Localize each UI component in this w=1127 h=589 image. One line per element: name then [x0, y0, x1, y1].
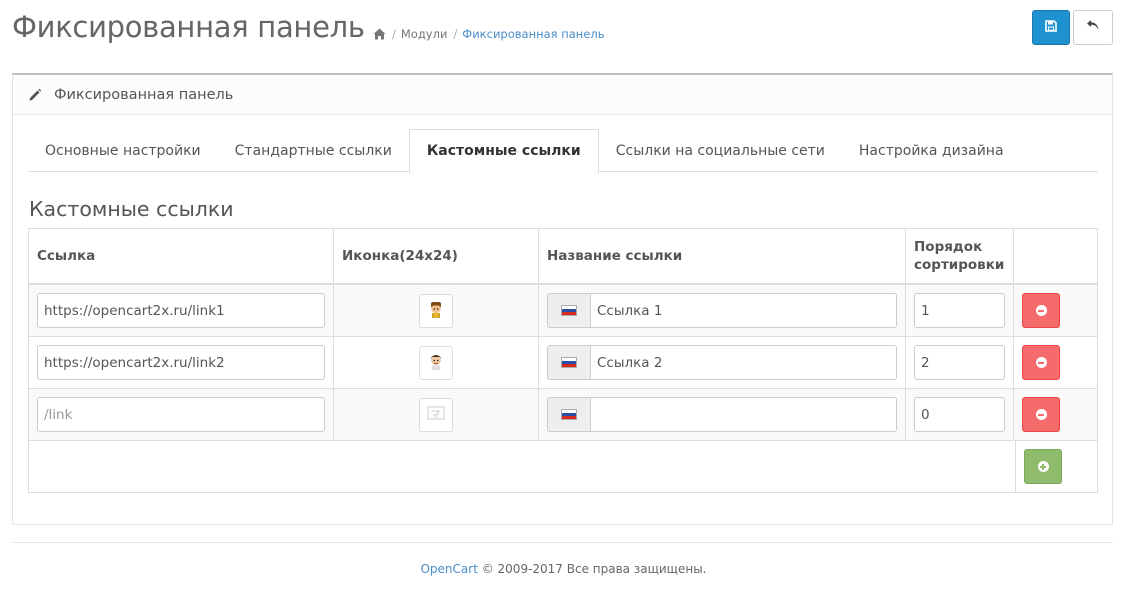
remove-row-button[interactable] — [1022, 345, 1060, 380]
back-button[interactable] — [1073, 10, 1113, 45]
russian-flag-icon — [561, 305, 577, 316]
footer-brand-link[interactable]: OpenCart — [420, 562, 477, 576]
column-header-icon: Иконка(24x24) — [333, 229, 538, 283]
language-addon — [547, 345, 590, 380]
tab-standard-links[interactable]: Стандартные ссылки — [218, 129, 409, 172]
link-cell: https://opencart2x.ru/link1 — [29, 285, 333, 336]
icon-image-picker[interactable] — [419, 293, 453, 328]
home-icon[interactable] — [373, 28, 386, 40]
icon-image-picker[interactable] — [419, 397, 453, 432]
russian-flag-icon — [561, 357, 577, 368]
pencil-icon — [28, 88, 42, 102]
icon-cell — [333, 337, 538, 388]
footer: OpenCart © 2009-2017 Все права защищены. — [0, 562, 1127, 576]
breadcrumb-item-current[interactable]: Фиксированная панель — [462, 27, 604, 41]
table-row: https://opencart2x.ru/link2 Ссылка 2 2 — [29, 336, 1097, 388]
table-header-row: Ссылка Иконка(24x24) Название ссылки Пор… — [29, 229, 1097, 284]
table-row: https://opencart2x.ru/link1 Ссылка 1 1 — [29, 284, 1097, 336]
breadcrumb: / Модули / Фиксированная панель — [373, 27, 605, 41]
link-cell: /link — [29, 389, 333, 440]
icon-cell — [333, 389, 538, 440]
sort-order-input[interactable]: 2 — [914, 345, 1005, 380]
save-button[interactable] — [1032, 10, 1070, 45]
table-row: /link 0 — [29, 388, 1097, 440]
minus-circle-icon — [1035, 357, 1047, 368]
actions-cell — [1013, 389, 1095, 440]
breadcrumb-separator: / — [453, 27, 458, 41]
custom-links-table: Ссылка Иконка(24x24) Название ссылки Пор… — [28, 228, 1098, 493]
page-title: Фиксированная панель — [12, 10, 365, 44]
panel-heading: Фиксированная панель — [13, 75, 1112, 115]
footer-copyright: © 2009-2017 Все права защищены. — [477, 562, 707, 576]
link-name-group: Ссылка 1 — [547, 293, 897, 328]
link-name-input[interactable] — [590, 397, 897, 432]
column-header-actions — [1013, 229, 1095, 283]
link-name-group: Ссылка 2 — [547, 345, 897, 380]
language-addon — [547, 293, 590, 328]
minus-circle-icon — [1035, 409, 1047, 420]
breadcrumb-separator: / — [392, 27, 396, 41]
tab-bar: Основные настройки Стандартные ссылки Ка… — [28, 129, 1098, 173]
empty-cell — [29, 441, 1015, 492]
name-cell — [538, 389, 905, 440]
panel-heading-title: Фиксированная панель — [54, 86, 234, 103]
footer-divider — [12, 542, 1113, 543]
character-icon — [428, 300, 444, 322]
sort-order-cell: 1 — [905, 285, 1013, 336]
link-input[interactable]: /link — [37, 397, 325, 432]
link-input[interactable]: https://opencart2x.ru/link1 — [37, 293, 325, 328]
actions-cell — [1015, 441, 1097, 492]
column-header-name: Название ссылки — [538, 229, 905, 283]
column-header-link: Ссылка — [37, 248, 96, 264]
sort-order-input[interactable]: 0 — [914, 397, 1005, 432]
russian-flag-icon — [561, 409, 577, 420]
remove-row-button[interactable] — [1022, 293, 1060, 328]
actions-cell — [1013, 285, 1095, 336]
reply-icon — [1086, 19, 1100, 36]
table-footer-row — [29, 440, 1097, 492]
minus-circle-icon — [1035, 305, 1047, 316]
sort-order-cell: 0 — [905, 389, 1013, 440]
breadcrumb-item-modules[interactable]: Модули — [401, 27, 448, 41]
link-cell: https://opencart2x.ru/link2 — [29, 337, 333, 388]
name-cell: Ссылка 1 — [538, 285, 905, 336]
icon-cell — [333, 285, 538, 336]
tab-main-settings[interactable]: Основные настройки — [28, 129, 218, 172]
link-name-group — [547, 397, 897, 432]
icon-image-picker[interactable] — [419, 345, 453, 380]
actions-cell — [1013, 337, 1095, 388]
remove-row-button[interactable] — [1022, 397, 1060, 432]
save-icon — [1045, 19, 1057, 36]
sort-order-cell: 2 — [905, 337, 1013, 388]
tab-design-settings[interactable]: Настройка дизайна — [842, 129, 1021, 172]
link-input[interactable]: https://opencart2x.ru/link2 — [37, 345, 325, 380]
language-addon — [547, 397, 590, 432]
plus-circle-icon — [1037, 461, 1049, 472]
add-row-button[interactable] — [1024, 449, 1062, 484]
character-icon — [428, 352, 444, 374]
column-header-sort-order: Порядок сортировки — [905, 229, 1013, 283]
name-cell: Ссылка 2 — [538, 337, 905, 388]
link-name-input[interactable]: Ссылка 1 — [590, 293, 897, 328]
no-image-icon — [427, 406, 445, 424]
link-name-input[interactable]: Ссылка 2 — [590, 345, 897, 380]
settings-panel: Фиксированная панель Основные настройки … — [12, 73, 1113, 525]
section-title: Кастомные ссылки — [29, 197, 234, 221]
tab-custom-links[interactable]: Кастомные ссылки — [408, 129, 599, 173]
sort-order-input[interactable]: 1 — [914, 293, 1005, 328]
tab-social-links[interactable]: Ссылки на социальные сети — [599, 129, 842, 172]
